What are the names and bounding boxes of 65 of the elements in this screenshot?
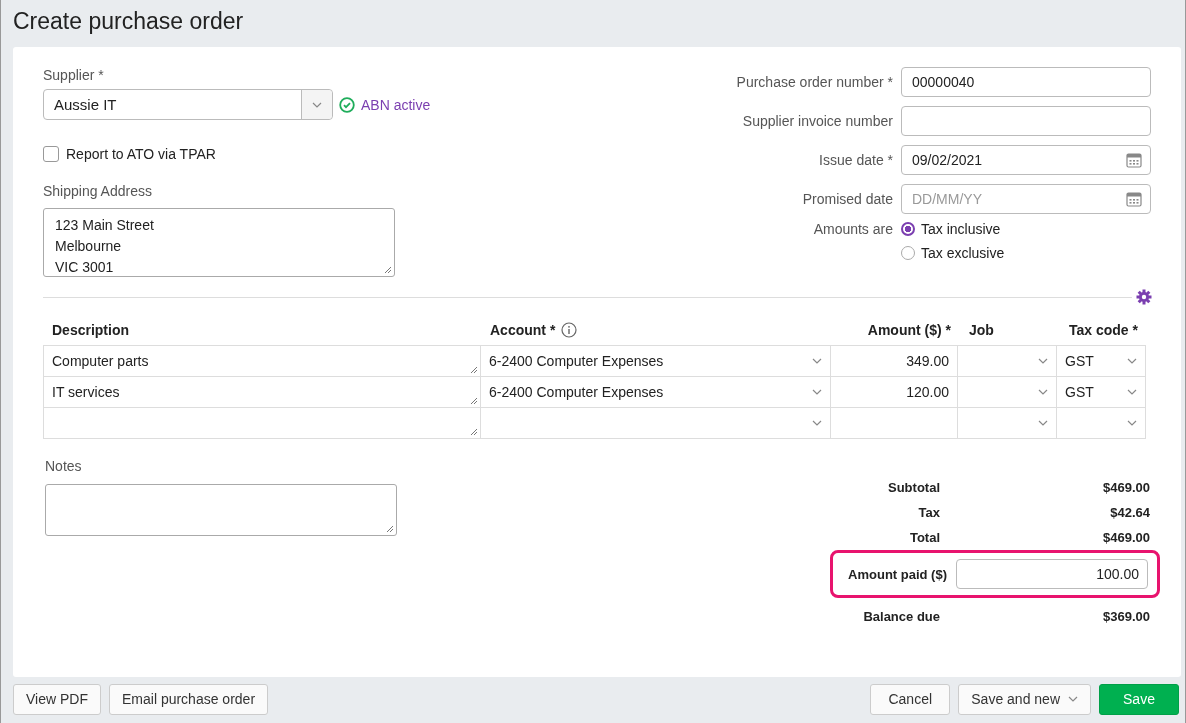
address-field[interactable]: 123 Main Street Melbourne VIC 3001 (43, 208, 395, 277)
chevron-down-icon (1127, 358, 1137, 364)
chevron-down-icon (312, 101, 322, 108)
resize-grip-icon (470, 366, 478, 374)
radio-label: Tax exclusive (921, 245, 1005, 261)
settings-icon[interactable] (1136, 289, 1152, 305)
select-cell[interactable] (1056, 407, 1146, 439)
footer-button[interactable]: Email purchase order (109, 683, 269, 715)
checkbox-label: Report to ATO via TPAR (66, 146, 216, 162)
total-label: Amount paid ($) (847, 566, 947, 582)
resize-grip-icon (470, 397, 478, 405)
input-field[interactable] (901, 106, 1151, 136)
chevron-down-icon (812, 420, 822, 426)
supplier-select[interactable]: Aussie IT (43, 89, 333, 120)
chevron-down-icon (812, 389, 822, 395)
input-cell[interactable] (43, 407, 481, 439)
split-button[interactable]: Save and new (958, 683, 1091, 715)
checkbox[interactable] (43, 146, 59, 162)
select-cell[interactable]: GST (1056, 345, 1146, 377)
field-label: Supplier invoice number (742, 113, 893, 129)
chevron-down-icon (1038, 389, 1048, 395)
radio-label: Tax inclusive (921, 221, 1001, 237)
page-title: Create purchase order (13, 7, 245, 36)
footer-button[interactable]: View PDF (13, 683, 101, 715)
chevron-down-icon (812, 358, 822, 364)
check-circle-icon (339, 96, 355, 113)
chevron-down-icon (1068, 696, 1078, 702)
field-label: Amounts are (813, 221, 893, 239)
chevron-down-icon (1038, 358, 1048, 364)
chevron-down-icon (1127, 389, 1137, 395)
date-field[interactable]: 09/02/2021 (901, 145, 1151, 175)
field-label: Purchase order number * (736, 74, 893, 90)
chevron-down-icon (1038, 420, 1048, 426)
chevron-down-icon (1127, 420, 1137, 426)
info-icon (561, 322, 578, 338)
field-label: Issue date * (819, 152, 893, 168)
calendar-icon[interactable] (1126, 152, 1142, 168)
column-header: Tax code * (1069, 322, 1138, 338)
resize-grip-icon (470, 428, 478, 436)
field-label: Supplier * (43, 67, 105, 83)
total-label: Balance due (862, 609, 940, 624)
input-cell[interactable]: Computer parts (43, 345, 481, 377)
radio-button[interactable] (901, 222, 915, 236)
resize-grip-icon (384, 266, 392, 274)
total-value: $369.00 (1103, 609, 1150, 624)
column-header: Amount ($) * (867, 322, 951, 338)
calendar-icon[interactable] (1126, 191, 1142, 207)
field-label: Notes (45, 458, 83, 474)
total-label: Subtotal (887, 480, 940, 495)
total-value: $42.64 (1110, 505, 1150, 520)
notes-field[interactable] (45, 484, 397, 536)
resize-grip-icon (386, 525, 394, 533)
field-label: Shipping Address (43, 183, 153, 199)
column-header: Job (969, 322, 994, 338)
total-value: $469.00 (1103, 480, 1150, 495)
amount-paid-field[interactable]: 100.00 (956, 559, 1148, 589)
footer-button[interactable]: Cancel (870, 683, 951, 715)
total-value: $469.00 (1103, 530, 1150, 545)
abn-status: ABN active (361, 96, 431, 113)
input-field[interactable]: 00000040 (901, 67, 1151, 97)
column-header: Account * (490, 322, 578, 338)
total-label: Tax (917, 505, 940, 520)
column-header: Description (52, 322, 129, 338)
total-label: Total (908, 530, 940, 545)
field-label: Promised date (802, 191, 893, 207)
